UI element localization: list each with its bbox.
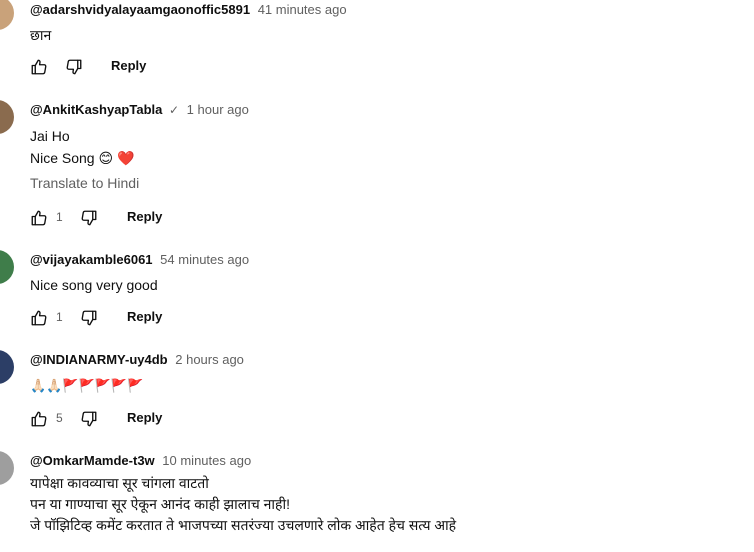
translate-link[interactable]: Translate to Hindi [30,173,754,193]
avatar[interactable] [0,250,14,284]
dislike-icon[interactable] [78,307,100,329]
comment-time[interactable]: 1 hour ago [187,102,249,117]
comment-header: @AnkitKashyapTabla ✓ 1 hour ago [30,101,754,119]
comment-text: Jai Ho Nice Song 😊 ❤️ [30,125,754,169]
comment-text: यापेक्षा कावव्याचा सूर चांगला वाटतो पन य… [30,473,754,536]
emoji-line: 🙏🏻🙏🏻🚩🚩🚩🚩🚩 [30,378,144,393]
like-icon[interactable] [28,56,50,78]
comment-author[interactable]: @OmkarMamde-t3w [30,453,155,468]
dislike-icon[interactable] [63,56,85,78]
comment-text: छान [30,24,754,46]
dislike-icon[interactable] [78,207,100,229]
comment-actions: 1 Reply [30,307,754,331]
comment-author[interactable]: @INDIANARMY-uy4db [30,352,168,367]
avatar[interactable] [0,100,14,134]
comment-line: Jai Ho [30,128,70,144]
like-icon[interactable] [28,307,50,329]
comment-header: @vijayakamble6061 54 minutes ago [30,251,754,269]
comment-line: 🙏🏻🙏🏻🚩🚩🚩🚩🚩 [30,374,754,397]
avatar[interactable] [0,350,14,384]
comment-time[interactable]: 41 minutes ago [258,2,347,17]
reply-button[interactable]: Reply [111,58,146,73]
comment-line: यापेक्षा कावव्याचा सूर चांगला वाटतो [30,475,209,491]
comment-text: Nice song very good [30,274,754,296]
reply-button[interactable]: Reply [127,309,162,324]
like-icon[interactable] [28,408,50,430]
reply-button[interactable]: Reply [127,410,162,425]
comment-time[interactable]: 10 minutes ago [162,453,251,468]
comment-line: Nice Song 😊 ❤️ [30,150,135,166]
like-icon[interactable] [28,207,50,229]
comment-author[interactable]: @AnkitKashyapTabla [30,102,162,117]
comment-time[interactable]: 54 minutes ago [160,252,249,267]
comment-line: जे पॉझिटिव्ह कमेंट करतात ते भाजपच्या सतर… [30,517,457,533]
avatar[interactable] [0,0,14,30]
like-count: 1 [56,210,63,224]
comment-header: @adarshvidyalayaamgaonoffic5891 41 minut… [30,1,754,19]
avatar[interactable] [0,451,14,485]
comment-time[interactable]: 2 hours ago [175,352,244,367]
comment-actions: 1 Reply [30,207,754,231]
comment-line: पन या गाण्याचा सूर ऐकून आनंद काही झालाच … [30,496,290,512]
like-count: 1 [56,310,63,324]
comment-actions: Reply [30,56,754,80]
check-icon: ✓ [168,103,180,117]
like-count: 5 [56,411,63,425]
comment-text: 🙏🏻🙏🏻🚩🚩🚩🚩🚩 [30,374,754,397]
comment-author[interactable]: @adarshvidyalayaamgaonoffic5891 [30,2,250,17]
comment-header: @OmkarMamde-t3w 10 minutes ago [30,452,754,470]
comment-actions: 5 Reply [30,408,754,432]
dislike-icon[interactable] [78,408,100,430]
comment-line: छान [30,27,52,43]
comment-header: @INDIANARMY-uy4db 2 hours ago [30,351,754,369]
comment-line: Nice song very good [30,277,158,293]
comment-author[interactable]: @vijayakamble6061 [30,252,153,267]
reply-button[interactable]: Reply [127,209,162,224]
